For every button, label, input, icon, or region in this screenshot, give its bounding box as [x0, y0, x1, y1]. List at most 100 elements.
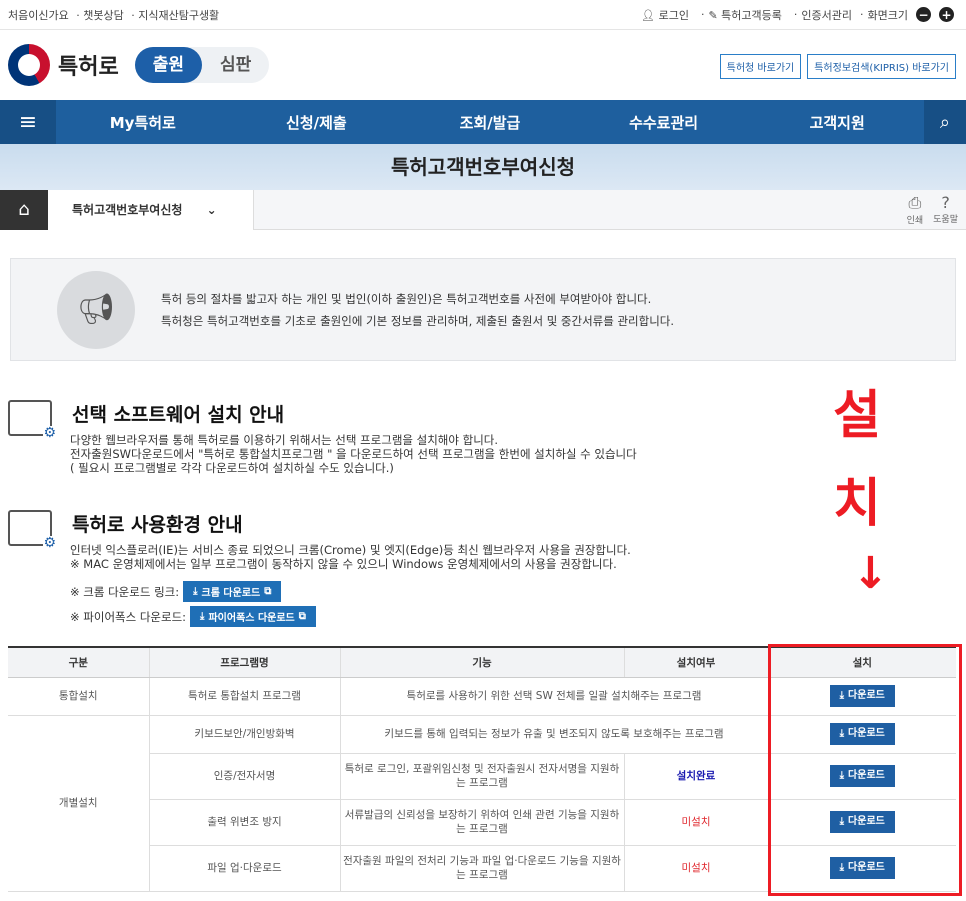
download-button-label: 다운로드	[848, 770, 885, 781]
external-link-icon: ⧉	[298, 611, 306, 622]
row-install-cell: ⤓ 다운로드	[768, 845, 956, 892]
nav-item-support[interactable]: 고객지원	[750, 112, 924, 133]
software-line-2: 전자출원SW다운로드에서 "특허로 통합설치프로그램 " 을 다운로드하여 선택…	[70, 447, 637, 461]
search-icon[interactable]: ⌕	[923, 100, 966, 144]
login-label: 로그인	[658, 8, 689, 22]
table-row: 통합설치 특허로 통합설치 프로그램 특허로를 사용하기 위한 선택 SW 전체…	[8, 677, 956, 716]
zoom-out-icon[interactable]: −	[916, 7, 931, 22]
breadcrumb-label: 특허고객번호부여신청	[72, 202, 183, 217]
nav-item-fee[interactable]: 수수료관리	[577, 112, 751, 133]
row-install-cell: ⤓ 다운로드	[768, 799, 956, 846]
nav-item-apply[interactable]: 신청/제출	[230, 112, 404, 133]
software-line-3: ( 필요시 프로그램별로 각각 다운로드하여 설치하실 수도 있습니다.)	[70, 461, 394, 475]
annotation-char-2: 치	[833, 474, 881, 534]
external-link-icon: ⧉	[264, 586, 272, 597]
row-program-name: 키보드보안/개인방화벽	[149, 715, 341, 754]
notice-line-2: 특허청은 특허고객번호를 기초로 출원인에 기본 정보를 관리하며, 제출된 출…	[161, 313, 675, 328]
table-header-row: 구분 프로그램명 기능 설치여부 설치	[8, 646, 956, 678]
chrome-download-button[interactable]: ⤓ 크롬 다운로드 ⧉	[183, 581, 282, 602]
row-install-status: 미설치	[624, 845, 769, 892]
col-install-status: 설치여부	[624, 646, 769, 678]
install-annotation: 설 치	[822, 372, 892, 548]
row-category: 개별설치	[8, 715, 150, 892]
row-function: 서류발급의 신뢰성을 보장하기 위하여 인쇄 관련 기능을 지원하는 프로그램	[340, 799, 625, 846]
row-function: 전자출원 파일의 전처리 기능과 파일 업·다운로드 기능을 지원하는 프로그램	[340, 845, 625, 892]
software-section-title: 선택 소프트웨어 설치 안내	[72, 404, 285, 426]
row-install-cell: ⤓ 다운로드	[768, 715, 956, 754]
col-function: 기능	[340, 646, 625, 678]
zoom-in-icon[interactable]: +	[939, 7, 954, 22]
software-settings-icon	[8, 400, 56, 440]
kipris-link[interactable]: 특허정보검색(KIPRIS) 바로가기	[807, 54, 956, 79]
government-logo-icon[interactable]	[8, 44, 50, 86]
nav-item-my[interactable]: My특허로	[56, 112, 230, 133]
row-install-status: 미설치	[624, 799, 769, 846]
ip-explore-link[interactable]: 지식재산탐구생활	[138, 9, 219, 22]
tab-trial[interactable]: 심판	[202, 47, 269, 83]
header-links: 특허청 바로가기 특허정보검색(KIPRIS) 바로가기	[719, 54, 956, 79]
page-tools: ⎙ 인쇄 ? 도움말	[907, 193, 966, 226]
download-button-label: 다운로드	[848, 728, 885, 739]
home-icon[interactable]: ⌂	[0, 189, 48, 230]
download-icon: ⤓	[839, 816, 845, 827]
download-button[interactable]: ⤓ 다운로드	[829, 723, 895, 745]
row-program-name: 특허로 통합설치 프로그램	[149, 677, 341, 716]
table-row: 개별설치 키보드보안/개인방화벽 키보드를 통해 입력되는 정보가 유출 및 변…	[8, 715, 956, 892]
kipo-link[interactable]: 특허청 바로가기	[719, 54, 802, 79]
brand-title[interactable]: 특허로	[58, 49, 119, 81]
printer-icon: ⎙	[908, 193, 922, 212]
download-button[interactable]: ⤓ 다운로드	[829, 765, 895, 787]
utility-bar: 처음이신가요 · 챗봇상담 · 지식재산탐구생활 👤︎ 로그인 · ✎ 특허고객…	[0, 0, 966, 30]
row-install-status: 설치완료	[624, 753, 769, 800]
row-function: 특허로 로그인, 포괄위임신청 및 전자출원시 전자서명을 지원하는 프로그램	[340, 753, 625, 800]
row-function: 키보드를 통해 입력되는 정보가 유출 및 변조되지 않도록 보호해주는 프로그…	[340, 715, 769, 754]
megaphone-icon: 📢︎	[57, 270, 135, 349]
download-button-label: 다운로드	[848, 862, 885, 873]
download-button-label: 다운로드	[848, 816, 885, 827]
breadcrumb-current[interactable]: 특허고객번호부여신청 ⌄	[48, 189, 254, 230]
annotation-char-1: 설	[833, 386, 881, 446]
row-program-name: 출력 위변조 방지	[149, 799, 341, 846]
notice-box: 📢︎ 특허 등의 절차를 밟고자 하는 개인 및 법인(이하 출원인)은 특허고…	[10, 258, 956, 361]
help-button[interactable]: ? 도움말	[933, 193, 958, 226]
nav-item-inquiry[interactable]: 조회/발급	[403, 112, 577, 133]
environment-settings-icon	[8, 510, 56, 550]
chatbot-link[interactable]: 챗봇상담	[83, 9, 123, 22]
download-button-label: 다운로드	[848, 690, 885, 701]
row-install-cell: ⤓ 다운로드	[768, 753, 956, 800]
download-icon: ⤓	[839, 862, 845, 873]
mode-toggle: 출원 심판	[134, 47, 270, 83]
download-icon: ⤓	[839, 728, 845, 739]
environment-section: 특허로 사용환경 안내 인터넷 익스플로러(IE)는 서비스 종료 되었으니 크…	[8, 510, 748, 627]
download-icon: ⤓	[200, 611, 205, 622]
customer-register-label: 특허고객등록	[721, 8, 782, 22]
download-button[interactable]: ⤓ 다운로드	[829, 857, 895, 879]
firefox-download-row: ※ 파이어폭스 다운로드: ⤓ 파이어폭스 다운로드 ⧉	[70, 606, 748, 627]
tab-application[interactable]: 출원	[134, 47, 203, 83]
hamburger-menu-icon[interactable]: ≡	[0, 100, 56, 144]
col-category: 구분	[8, 646, 150, 678]
page-title: 특허고객번호부여신청	[0, 144, 966, 190]
download-button[interactable]: ⤓ 다운로드	[829, 811, 895, 833]
download-icon: ⤓	[839, 770, 845, 781]
environment-line-1: 인터넷 익스플로러(IE)는 서비스 종료 되었으니 크롬(Crome) 및 엣…	[70, 543, 631, 557]
chrome-download-button-label: 크롬 다운로드	[201, 588, 261, 599]
firefox-download-label: ※ 파이어폭스 다운로드:	[70, 609, 187, 624]
login-link[interactable]: 👤︎ 로그인	[641, 7, 693, 23]
chrome-download-row: ※ 크롬 다운로드 링크: ⤓ 크롬 다운로드 ⧉	[70, 581, 748, 602]
row-function: 특허로를 사용하기 위한 선택 SW 전체를 일괄 설치해주는 프로그램	[340, 677, 769, 716]
col-install: 설치	[768, 646, 956, 678]
first-visit-link[interactable]: 처음이신가요	[8, 9, 69, 22]
print-button[interactable]: ⎙ 인쇄	[907, 193, 924, 226]
row-install-cell: ⤓ 다운로드	[768, 677, 956, 716]
screen-size-label: 화면크기	[867, 8, 908, 22]
chevron-down-icon: ⌄	[206, 202, 217, 217]
utility-links-left: 처음이신가요 · 챗봇상담 · 지식재산탐구생활	[8, 8, 220, 22]
download-icon: ⤓	[193, 586, 198, 597]
customer-register-link[interactable]: ✎ 특허고객등록	[708, 7, 785, 23]
notice-text: 특허 등의 절차를 밟고자 하는 개인 및 법인(이하 출원인)은 특허고객번호…	[161, 288, 674, 332]
download-button[interactable]: ⤓ 다운로드	[829, 685, 895, 707]
firefox-download-button[interactable]: ⤓ 파이어폭스 다운로드 ⧉	[190, 606, 316, 627]
cert-manage-link[interactable]: 인증서관리	[801, 7, 852, 23]
row-category: 통합설치	[8, 677, 150, 716]
